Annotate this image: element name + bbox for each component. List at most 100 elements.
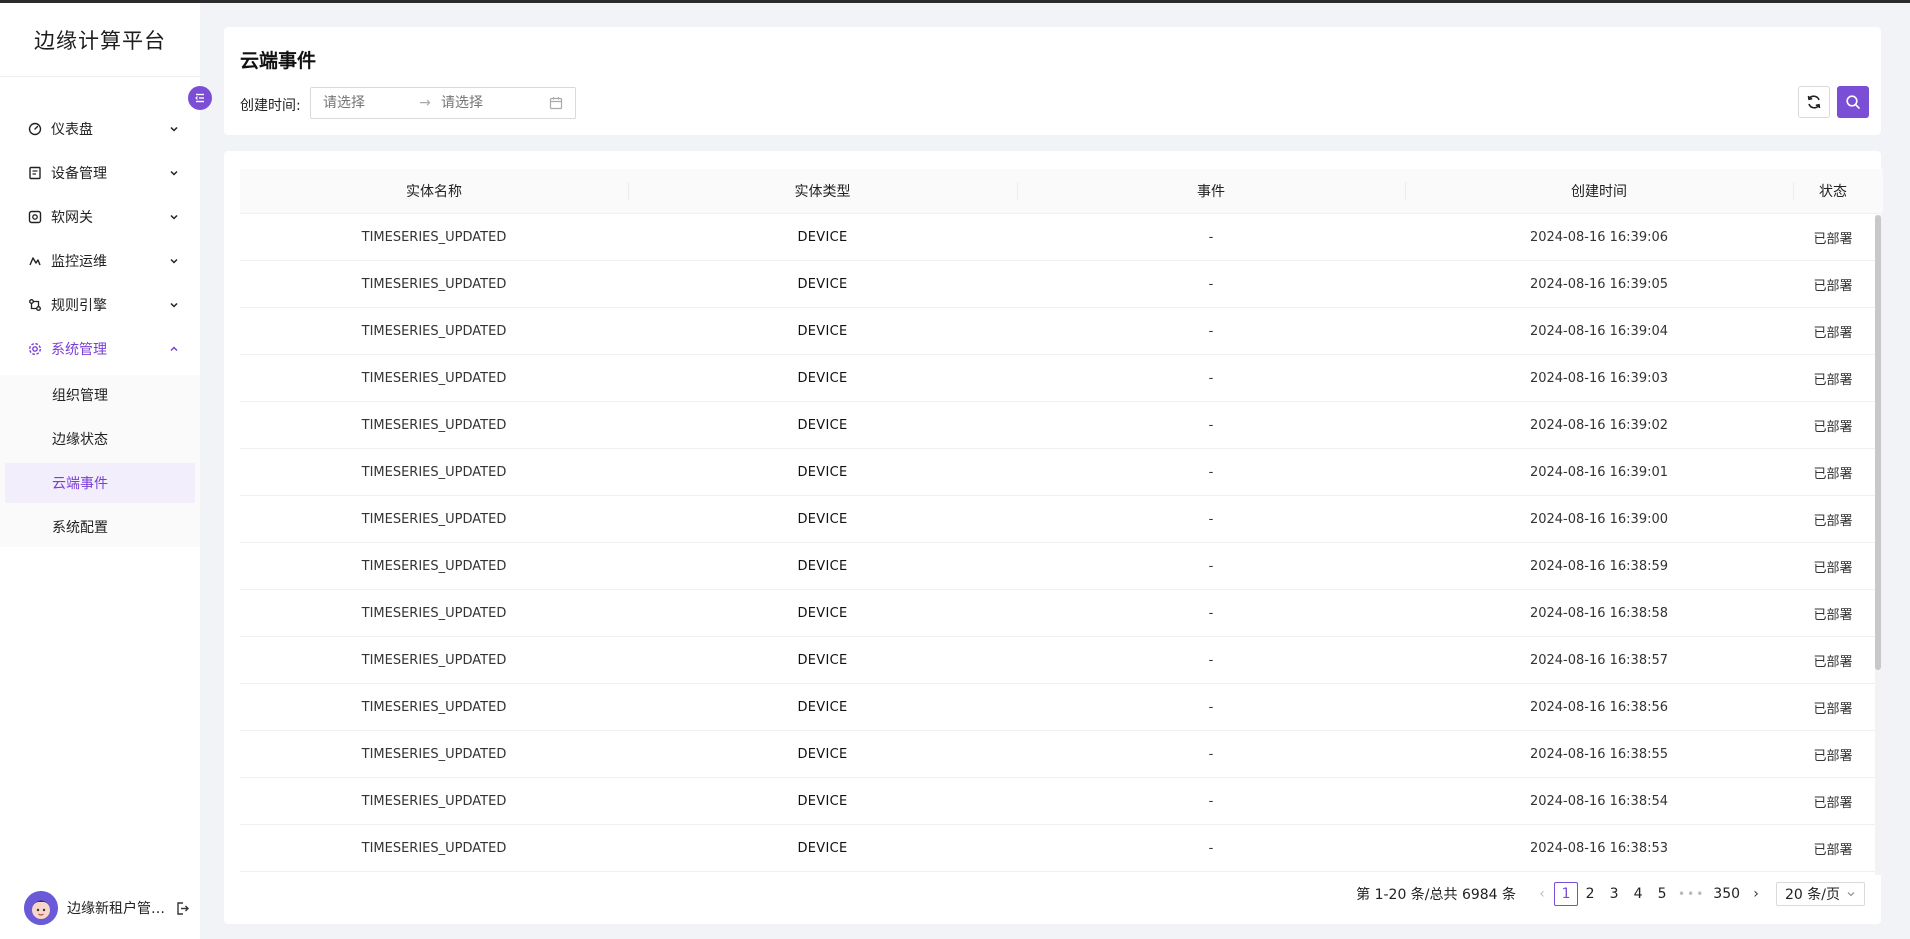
chevron-down-icon	[168, 299, 180, 311]
sidebar-menu: 仪表盘 设备管理 软网关 监控运维 规则引擎 系统管理 组织管理 边缘状态 云端…	[0, 107, 200, 551]
cell-entity-name: TIMESERIES_UPDATED	[361, 323, 507, 339]
next-page-button[interactable]: ›	[1744, 882, 1768, 906]
sidebar-subitem-system-config[interactable]: 系统配置	[5, 507, 195, 547]
cell-event: -	[1208, 417, 1214, 433]
page-1[interactable]: 1	[1554, 882, 1579, 906]
table-row[interactable]: TIMESERIES_UPDATED DEVICE - 2024-08-16 16:3…	[240, 496, 1883, 543]
page-title: 云端事件	[240, 50, 317, 72]
column-header-created-time[interactable]: 创建时间	[1405, 181, 1793, 201]
end-date-input[interactable]	[441, 95, 531, 111]
cell-entity-name: TIMESERIES_UPDATED	[361, 746, 507, 762]
range-arrow: →	[419, 95, 431, 111]
cell-created-time: 2024-08-16 16:39:06	[1529, 229, 1669, 245]
table-row[interactable]: TIMESERIES_UPDATED DEVICE - 2024-08-16 16:3…	[240, 355, 1883, 402]
cell-entity-type: DEVICE	[797, 323, 848, 339]
cell-status: 已部署	[1813, 325, 1853, 341]
cell-entity-type: DEVICE	[797, 229, 848, 245]
collapse-sidebar-button[interactable]	[188, 86, 212, 110]
cell-entity-type: DEVICE	[797, 793, 848, 809]
column-header-event[interactable]: 事件	[1017, 181, 1405, 201]
cell-event: -	[1208, 276, 1214, 292]
table-row[interactable]: TIMESERIES_UPDATED DEVICE - 2024-08-16 16:3…	[240, 731, 1883, 778]
cell-event: -	[1208, 511, 1214, 527]
cell-entity-name: TIMESERIES_UPDATED	[361, 840, 507, 856]
cell-created-time: 2024-08-16 16:38:53	[1529, 840, 1669, 856]
date-range-picker[interactable]: →	[310, 87, 576, 119]
sidebar-item-label: 监控运维	[51, 254, 107, 270]
user-profile[interactable]: 边缘新租户管…	[24, 891, 194, 925]
cell-event: -	[1208, 464, 1214, 480]
table-row[interactable]: TIMESERIES_UPDATED DEVICE - 2024-08-16 16:3…	[240, 637, 1883, 684]
search-button[interactable]	[1837, 86, 1869, 118]
sidebar-item-device-management[interactable]: 设备管理	[0, 151, 200, 195]
pagination-ellipsis[interactable]: •••	[1674, 882, 1709, 906]
chevron-down-icon	[168, 167, 180, 179]
table-scrollbar[interactable]	[1875, 215, 1881, 875]
start-date-input[interactable]	[323, 95, 413, 111]
header-card: 云端事件 创建时间: →	[224, 27, 1881, 135]
cell-event: -	[1208, 840, 1214, 856]
device-icon	[27, 165, 43, 181]
cell-created-time: 2024-08-16 16:38:57	[1529, 652, 1669, 668]
sidebar-item-label: 规则引擎	[51, 298, 107, 314]
column-header-entity-name[interactable]: 实体名称	[240, 181, 628, 201]
table-row[interactable]: TIMESERIES_UPDATED DEVICE - 2024-08-16 16:3…	[240, 261, 1883, 308]
cell-entity-type: DEVICE	[797, 417, 848, 433]
table-row[interactable]: TIMESERIES_UPDATED DEVICE - 2024-08-16 16:3…	[240, 778, 1883, 825]
sidebar-subitem-organization[interactable]: 组织管理	[5, 375, 195, 415]
sidebar-item-dashboard[interactable]: 仪表盘	[0, 107, 200, 151]
search-icon	[1846, 95, 1860, 109]
cell-created-time: 2024-08-16 16:39:03	[1529, 370, 1669, 386]
cell-entity-name: TIMESERIES_UPDATED	[361, 558, 507, 574]
cell-entity-type: DEVICE	[797, 558, 848, 574]
page-size-select[interactable]: 20 条/页	[1776, 882, 1865, 906]
cell-entity-name: TIMESERIES_UPDATED	[361, 605, 507, 621]
chevron-down-icon	[168, 211, 180, 223]
page-5[interactable]: 5	[1650, 882, 1674, 906]
table-row[interactable]: TIMESERIES_UPDATED DEVICE - 2024-08-16 16:3…	[240, 214, 1883, 261]
cell-entity-type: DEVICE	[797, 276, 848, 292]
page-3[interactable]: 3	[1602, 882, 1626, 906]
table-row[interactable]: TIMESERIES_UPDATED DEVICE - 2024-08-16 16:3…	[240, 825, 1883, 872]
cell-entity-name: TIMESERIES_UPDATED	[361, 511, 507, 527]
created-time-label: 创建时间:	[240, 98, 301, 114]
cell-status: 已部署	[1813, 372, 1853, 388]
page-4[interactable]: 4	[1626, 882, 1650, 906]
calendar-icon[interactable]	[549, 96, 563, 110]
sidebar-item-label: 系统管理	[51, 342, 107, 358]
sidebar-subitem-edge-status[interactable]: 边缘状态	[5, 419, 195, 459]
sidebar-item-rule-engine[interactable]: 规则引擎	[0, 283, 200, 327]
prev-page-button[interactable]: ‹	[1530, 882, 1554, 906]
refresh-button[interactable]	[1798, 86, 1830, 118]
cell-event: -	[1208, 229, 1214, 245]
page-last[interactable]: 350	[1709, 882, 1744, 906]
page-2[interactable]: 2	[1578, 882, 1602, 906]
sidebar: 边缘计算平台 仪表盘 设备管理 软网关 监控运维 规则引擎 系统管理 组织管理 …	[0, 3, 200, 939]
column-header-status[interactable]: 状态	[1793, 181, 1873, 201]
table-row[interactable]: TIMESERIES_UPDATED DEVICE - 2024-08-16 16:3…	[240, 543, 1883, 590]
table-row[interactable]: TIMESERIES_UPDATED DEVICE - 2024-08-16 16:3…	[240, 449, 1883, 496]
sidebar-item-system-management[interactable]: 系统管理	[0, 327, 200, 371]
events-table: 实体名称 实体类型 事件 创建时间 状态 TIMESERIES_UPDATED D…	[240, 169, 1883, 874]
scrollbar-thumb[interactable]	[1875, 215, 1881, 670]
table-row[interactable]: TIMESERIES_UPDATED DEVICE - 2024-08-16 16:3…	[240, 590, 1883, 637]
sidebar-item-soft-gateway[interactable]: 软网关	[0, 195, 200, 239]
column-header-entity-type[interactable]: 实体类型	[628, 181, 1017, 201]
cell-event: -	[1208, 652, 1214, 668]
sidebar-item-monitoring[interactable]: 监控运维	[0, 239, 200, 283]
app-logo: 边缘计算平台	[0, 3, 200, 77]
cell-entity-type: DEVICE	[797, 699, 848, 715]
cell-created-time: 2024-08-16 16:39:05	[1529, 276, 1669, 292]
cell-status: 已部署	[1813, 795, 1853, 811]
cell-status: 已部署	[1813, 701, 1853, 717]
cell-entity-name: TIMESERIES_UPDATED	[361, 417, 507, 433]
cell-created-time: 2024-08-16 16:39:04	[1529, 323, 1669, 339]
cell-created-time: 2024-08-16 16:38:56	[1529, 699, 1669, 715]
table-row[interactable]: TIMESERIES_UPDATED DEVICE - 2024-08-16 16:3…	[240, 402, 1883, 449]
user-name: 边缘新租户管…	[67, 901, 165, 917]
table-row[interactable]: TIMESERIES_UPDATED DEVICE - 2024-08-16 16:3…	[240, 684, 1883, 731]
sidebar-subitem-cloud-events[interactable]: 云端事件	[5, 463, 195, 503]
cell-entity-type: DEVICE	[797, 746, 848, 762]
table-row[interactable]: TIMESERIES_UPDATED DEVICE - 2024-08-16 16:3…	[240, 308, 1883, 355]
logout-icon[interactable]	[174, 900, 190, 916]
